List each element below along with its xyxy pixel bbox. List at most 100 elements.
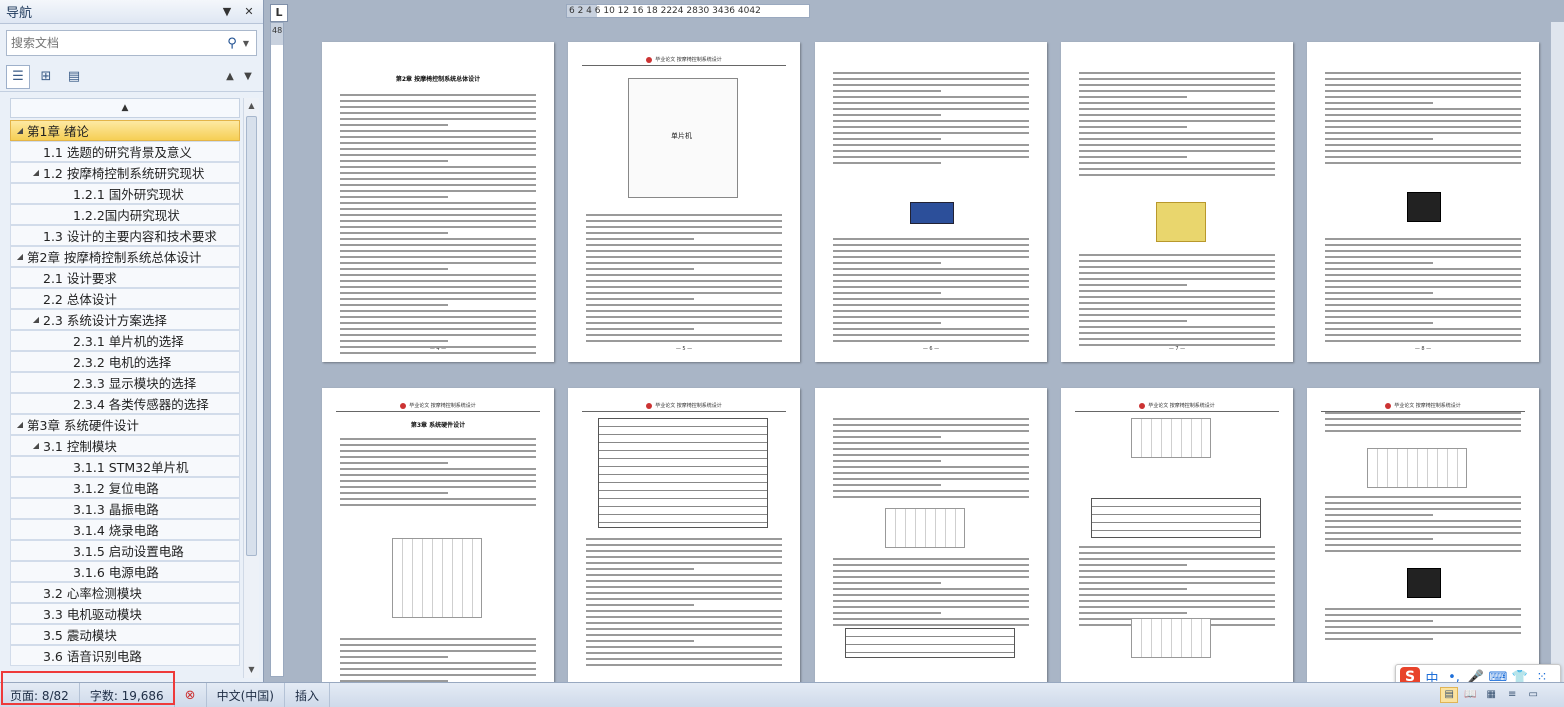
heading-tree-item[interactable]: 3.2 心率检测模块 <box>10 582 240 603</box>
horizontal-ruler-marks: 6 2 4 6 10 12 16 18 2224 2830 3436 4042 <box>569 6 761 16</box>
heading-tree-item[interactable]: 3.1.3 晶振电路 <box>10 498 240 519</box>
proofing-error-icon[interactable]: ⊗ <box>175 683 207 707</box>
heading-tree-item[interactable]: 2.3.4 各类传感器的选择 <box>10 393 240 414</box>
word-count-status[interactable]: 字数: 19,686 <box>80 683 175 707</box>
heading-tree-item[interactable]: 3.5 震动模块 <box>10 624 240 645</box>
search-icon[interactable]: ⚲ <box>224 36 240 51</box>
zoom-level[interactable] <box>1550 688 1554 702</box>
page-header-text: 毕业论文 按摩椅控制系统设计 <box>1394 403 1461 409</box>
document-page-thumbnail[interactable] <box>815 388 1047 682</box>
heading-tree-item-label: 2.1 设计要求 <box>43 271 117 286</box>
heading-tree-item-label: 2.2 总体设计 <box>43 292 117 307</box>
heading-tree-item[interactable]: 2.3.2 电机的选择 <box>10 351 240 372</box>
heading-tree-item-label: 3.1.3 晶振电路 <box>73 502 159 517</box>
document-page-thumbnail[interactable]: 毕业论文 按摩椅控制系统设计 第3章 系统硬件设计 <box>322 388 554 682</box>
heading-tree-item[interactable]: 3.1.2 复位电路 <box>10 477 240 498</box>
vertical-ruler-mark: 48 <box>272 26 283 35</box>
heading-tree-item[interactable]: 3.1.1 STM32单片机 <box>10 456 240 477</box>
heading-tree-item[interactable]: 1.1 选题的研究背景及意义 <box>10 141 240 162</box>
expand-collapse-triangle-icon[interactable]: ◢ <box>29 315 43 324</box>
search-document-input[interactable] <box>11 36 224 50</box>
university-logo-icon <box>646 56 653 63</box>
search-options-chevron-down-icon[interactable]: ▼ <box>240 39 252 48</box>
expand-collapse-triangle-icon[interactable]: ◢ <box>29 441 43 450</box>
collapse-all-icon[interactable]: ▲ <box>10 98 240 118</box>
page-figure <box>1131 618 1211 658</box>
document-page-thumbnail[interactable]: 第2章 按摩椅控制系统总体设计 — 4 — <box>322 42 554 362</box>
page-figure <box>910 202 954 224</box>
heading-tree: ▲ ◢ 第1章 绪论 1.1 选题的研究背景及意义 ◢ 1.2 按摩椅控制系统研究现状 1… <box>10 98 240 678</box>
browse-pages-tab-icon[interactable]: ⊞ <box>34 65 58 89</box>
expand-collapse-triangle-icon[interactable]: ◢ <box>29 168 43 177</box>
heading-tree-item[interactable]: 1.2.2国内研究现状 <box>10 204 240 225</box>
expand-collapse-triangle-icon[interactable]: ◢ <box>13 252 27 261</box>
heading-tree-item[interactable]: ◢ 第2章 按摩椅控制系统总体设计 <box>10 246 240 267</box>
expand-collapse-triangle-icon[interactable]: ◢ <box>13 420 27 429</box>
heading-tree-item[interactable]: 2.3.3 显示模块的选择 <box>10 372 240 393</box>
heading-tree-item[interactable]: ◢ 2.3 系统设计方案选择 <box>10 309 240 330</box>
scroll-thumb[interactable] <box>246 116 257 556</box>
document-area[interactable]: 第2章 按摩椅控制系统总体设计 — 4 — 毕业论文 按摩椅控制系统设计 — 5 — 单… <box>289 22 1564 682</box>
draft-view-icon[interactable]: ▭ <box>1524 687 1542 703</box>
document-page-thumbnail[interactable]: — 6 — <box>815 42 1047 362</box>
document-vertical-scrollbar[interactable] <box>1550 22 1564 682</box>
search-box: ⚲ ▼ <box>6 30 257 56</box>
page-header: 毕业论文 按摩椅控制系统设计 <box>1075 402 1279 412</box>
scroll-down-arrow-icon[interactable]: ▼ <box>244 662 259 678</box>
outline-view-icon[interactable]: ≡ <box>1503 687 1521 703</box>
heading-tree-item[interactable]: 3.6 语音识别电路 <box>10 645 240 666</box>
heading-tree-item[interactable]: 3.1.6 电源电路 <box>10 561 240 582</box>
heading-tree-item[interactable]: ◢ 第3章 系统硬件设计 <box>10 414 240 435</box>
insert-mode-status[interactable]: 插入 <box>285 683 330 707</box>
tab-selector-icon[interactable]: L <box>270 4 288 22</box>
full-screen-reading-view-icon[interactable]: 📖 <box>1461 687 1479 703</box>
university-logo-icon <box>400 402 407 409</box>
document-page-thumbnail[interactable]: 毕业论文 按摩椅控制系统设计 — 5 — 单片机 <box>568 42 800 362</box>
horizontal-ruler[interactable]: 6 2 4 6 10 12 16 18 2224 2830 3436 4042 <box>566 4 810 18</box>
web-layout-view-icon[interactable]: ▦ <box>1482 687 1500 703</box>
heading-tree-item[interactable]: 1.3 设计的主要内容和技术要求 <box>10 225 240 246</box>
page-count-status[interactable]: 页面: 8/82 <box>0 683 80 707</box>
heading-tree-item-label: 2.3.3 显示模块的选择 <box>73 376 197 391</box>
vertical-ruler[interactable]: 48 <box>270 22 284 677</box>
browse-results-tab-icon[interactable]: ▤ <box>62 65 86 89</box>
language-status[interactable]: 中文(中国) <box>207 683 285 707</box>
heading-tree-item-label: 3.2 心率检测模块 <box>43 586 142 601</box>
heading-tree-item[interactable]: 3.1.5 启动设置电路 <box>10 540 240 561</box>
heading-tree-item-label: 3.5 震动模块 <box>43 628 117 643</box>
page-header-text: 毕业论文 按摩椅控制系统设计 <box>1148 403 1215 409</box>
heading-tree-item[interactable]: 3.3 电机驱动模块 <box>10 603 240 624</box>
heading-tree-item-label: 3.1.5 启动设置电路 <box>73 544 184 559</box>
document-page-thumbnail[interactable]: 毕业论文 按摩椅控制系统设计 <box>1307 388 1539 682</box>
document-page-thumbnail[interactable]: 毕业论文 按摩椅控制系统设计 <box>568 388 800 682</box>
document-page-thumbnail[interactable]: — 7 — <box>1061 42 1293 362</box>
heading-tree-item-label: 2.3.4 各类传感器的选择 <box>73 397 209 412</box>
heading-tree-item[interactable]: ◢ 1.2 按摩椅控制系统研究现状 <box>10 162 240 183</box>
heading-tree-item[interactable]: 1.2.1 国外研究现状 <box>10 183 240 204</box>
university-logo-icon <box>1385 402 1392 409</box>
heading-tree-item[interactable]: 2.3.1 单片机的选择 <box>10 330 240 351</box>
heading-tree-item[interactable]: ◢ 第1章 绪论 <box>10 120 240 141</box>
browse-headings-tab-icon[interactable]: ☰ <box>6 64 30 89</box>
heading-tree-item[interactable]: ◢ 3.1 控制模块 <box>10 435 240 456</box>
document-page-thumbnail[interactable]: 毕业论文 按摩椅控制系统设计 <box>1061 388 1293 682</box>
next-heading-arrow-icon[interactable]: ▼ <box>239 71 257 82</box>
page-figure <box>392 538 482 618</box>
heading-tree-item-label: 3.6 语音识别电路 <box>43 649 142 664</box>
heading-tree-item[interactable]: 3.1.4 烧录电路 <box>10 519 240 540</box>
pane-options-dropdown-icon[interactable]: ▼ <box>219 5 235 18</box>
heading-tree-item-label: 1.3 设计的主要内容和技术要求 <box>43 229 217 244</box>
heading-tree-item[interactable]: 2.1 设计要求 <box>10 267 240 288</box>
heading-tree-scrollbar[interactable]: ▲ ▼ <box>243 98 259 678</box>
heading-tree-item-label: 3.3 电机驱动模块 <box>43 607 142 622</box>
previous-heading-arrow-icon[interactable]: ▲ <box>221 71 239 82</box>
scroll-up-arrow-icon[interactable]: ▲ <box>244 98 259 114</box>
heading-tree-item[interactable]: 2.2 总体设计 <box>10 288 240 309</box>
navigation-view-tabs: ☰ ⊞ ▤ ▲ ▼ <box>0 62 263 92</box>
close-pane-icon[interactable]: ✕ <box>241 5 257 18</box>
document-page-thumbnail[interactable]: — 8 — <box>1307 42 1539 362</box>
heading-tree-item-label: 1.2 按摩椅控制系统研究现状 <box>43 166 205 181</box>
page-figure <box>1091 498 1261 538</box>
expand-collapse-triangle-icon[interactable]: ◢ <box>13 126 27 135</box>
print-layout-view-icon[interactable]: ▤ <box>1440 687 1459 703</box>
